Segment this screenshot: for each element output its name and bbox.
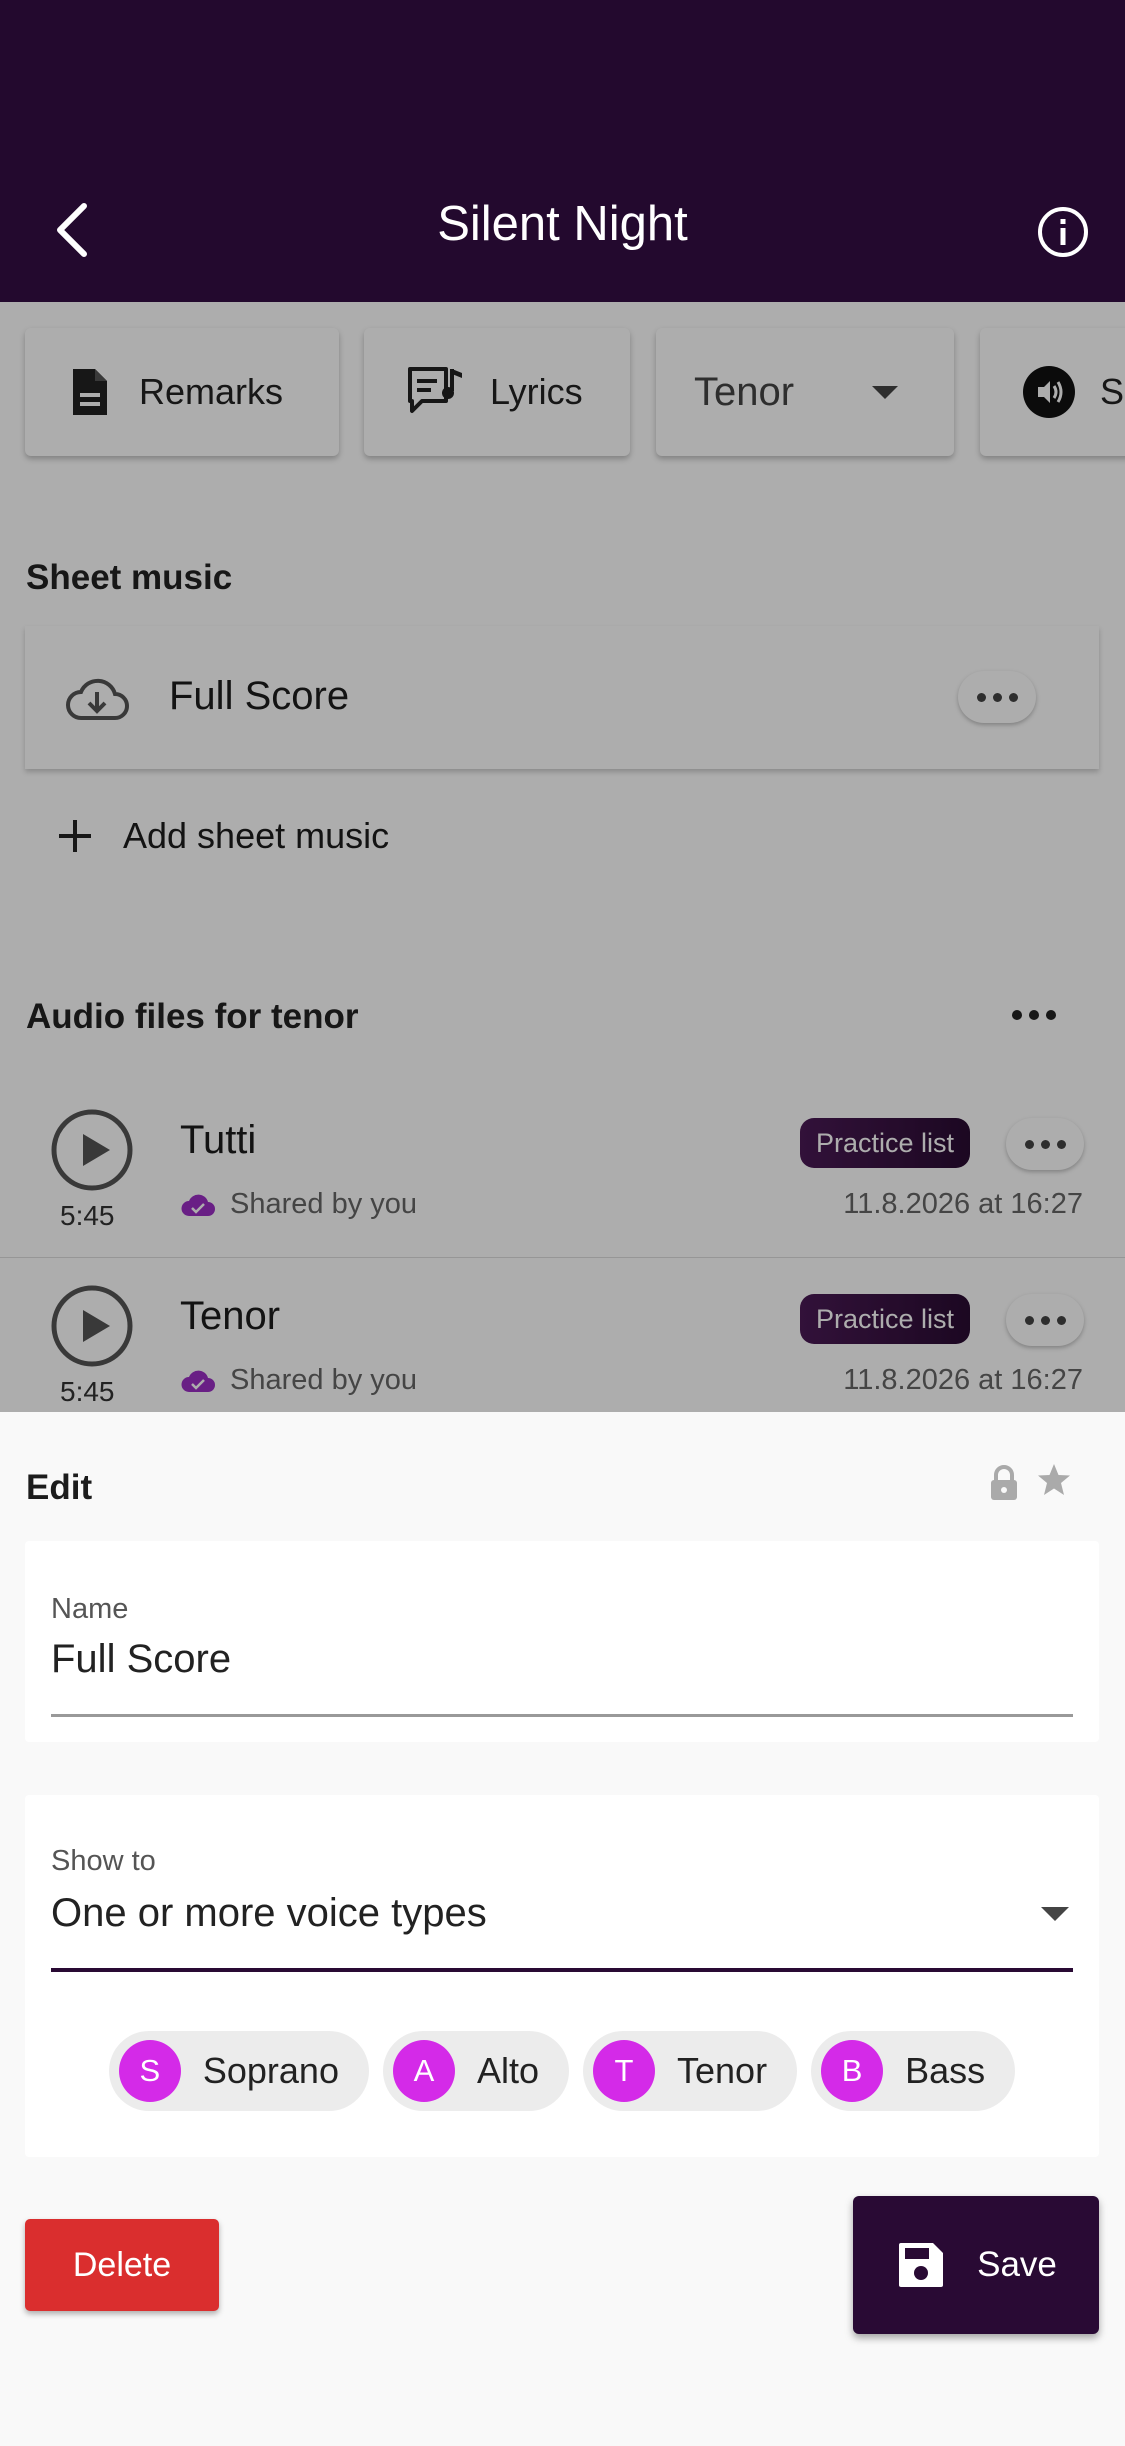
voice-label: Tenor <box>677 2050 768 2091</box>
song-detail-screen: Silent Night Remarks Lyrics Tenor S Shee… <box>0 0 1125 1412</box>
voice-avatar: S <box>118 2040 181 2102</box>
voice-label: Soprano <box>202 2050 339 2091</box>
voice-chip-alto[interactable]: A Alto <box>382 2031 570 2111</box>
page-title: Silent Night <box>437 197 688 251</box>
chevron-down-icon[interactable] <box>1041 1907 1069 1921</box>
voice-avatar: T <box>593 2040 656 2102</box>
voice-avatar: B <box>821 2040 884 2102</box>
voice-label: Bass <box>905 2050 986 2091</box>
name-field-label: Name <box>51 1593 129 1625</box>
delete-button[interactable]: Delete <box>25 2219 219 2311</box>
edit-bottom-sheet: Edit Name Full Score Show to One or more… <box>0 1412 1125 2446</box>
star-icon[interactable] <box>1036 1462 1072 1498</box>
save-label: Save <box>977 2245 1057 2284</box>
show-to-card: Show to One or more voice types S Sopran… <box>25 1795 1099 2157</box>
app-bar: Silent Night <box>0 0 1125 302</box>
voice-chip-tenor[interactable]: T Tenor <box>583 2031 798 2111</box>
name-underline <box>51 1714 1073 1717</box>
save-icon <box>899 2243 944 2287</box>
voice-type-chips: S Soprano A Alto T Tenor B Bass <box>25 2031 1099 2111</box>
name-input[interactable]: Full Score <box>51 1637 231 1682</box>
modal-scrim[interactable] <box>0 302 1125 1412</box>
voice-chip-bass[interactable]: B Bass <box>811 2031 1016 2111</box>
name-field-card: Name Full Score <box>25 1541 1099 1742</box>
edit-title: Edit <box>26 1468 93 1507</box>
info-icon[interactable] <box>1036 205 1090 259</box>
voice-avatar: A <box>392 2040 455 2102</box>
voice-label: Alto <box>476 2050 540 2091</box>
voice-chip-soprano[interactable]: S Soprano <box>108 2031 369 2111</box>
save-button[interactable]: Save <box>853 2196 1099 2334</box>
show-to-select[interactable]: One or more voice types <box>51 1891 487 1936</box>
show-to-underline <box>51 1968 1073 1972</box>
lock-icon[interactable] <box>988 1464 1020 1502</box>
show-to-label: Show to <box>51 1845 156 1877</box>
